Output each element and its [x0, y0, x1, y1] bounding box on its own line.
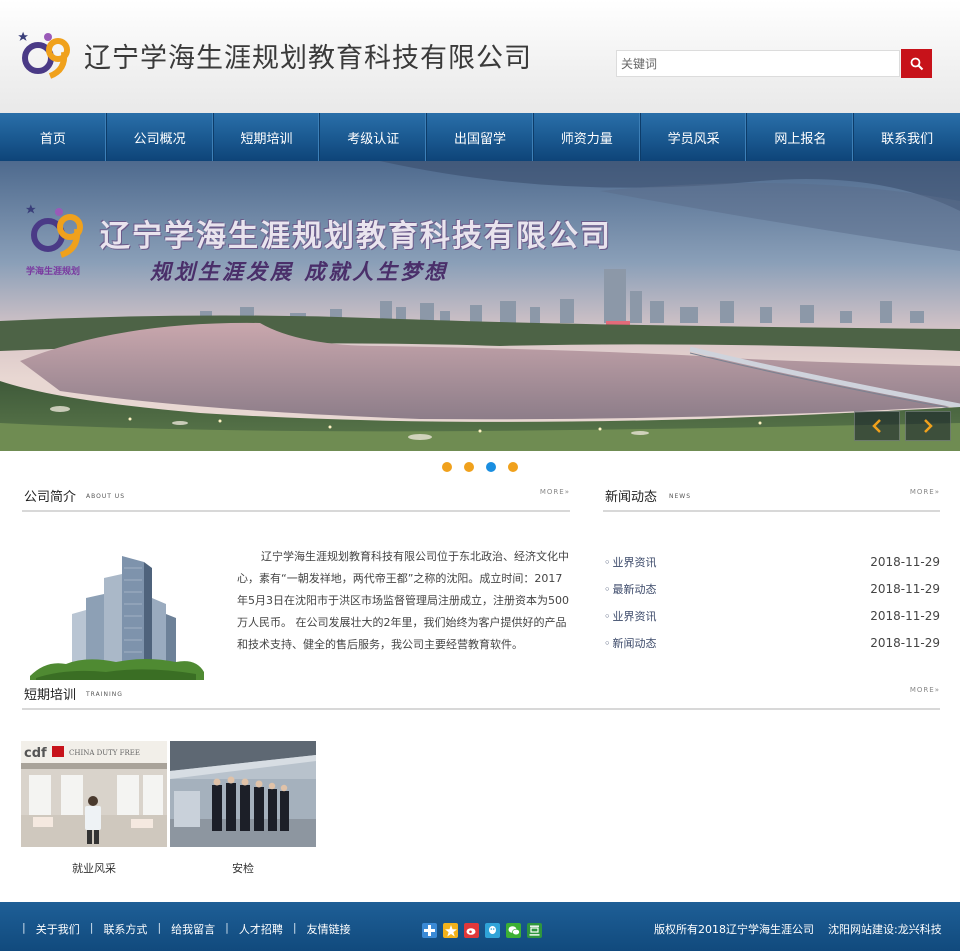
news-item-title[interactable]: 最新动态	[604, 581, 657, 597]
star-icon[interactable]	[443, 923, 458, 938]
banner-dot-4[interactable]	[508, 462, 518, 472]
search-input[interactable]	[617, 51, 899, 76]
nav-item-home[interactable]: 首页	[0, 113, 107, 161]
main-nav: 首页 公司概况 短期培训 考级认证 出国留学 师资力量 学员风采 网上报名 联系…	[0, 113, 960, 161]
about-title: 公司简介	[24, 490, 77, 505]
weibo-icon[interactable]	[464, 923, 479, 938]
nav-item-contact-us[interactable]: 联系我们	[854, 113, 960, 161]
footer-separator: |	[22, 921, 26, 934]
news-section-header: 新闻动态 NEWS MORE»	[603, 486, 940, 512]
footer-link-friends[interactable]: 友情链接	[307, 921, 351, 937]
employment-photo: cdf CHINA DUTY FREE	[21, 741, 167, 847]
training-more-link[interactable]: MORE»	[910, 686, 940, 694]
plus-icon[interactable]	[422, 923, 437, 938]
news-item-date: 2018-11-29	[870, 608, 940, 623]
footer-link-contact[interactable]: 联系方式	[103, 921, 147, 937]
training-card-caption: 就业风采	[72, 862, 116, 875]
banner-logo-caption: 学海生涯规划	[26, 267, 81, 277]
svg-text:cdf: cdf	[24, 746, 47, 761]
news-item-title[interactable]: 业界资讯	[604, 608, 657, 624]
banner-dot-2[interactable]	[464, 462, 474, 472]
banner-cityscape-image	[0, 161, 960, 451]
qq-icon[interactable]	[485, 923, 500, 938]
news-item: 业界资讯 2018-11-29	[604, 548, 941, 575]
footer-link-message[interactable]: 给我留言	[171, 921, 215, 937]
training-section-header: 短期培训 TRAINING MORE»	[22, 684, 940, 710]
footer-separator: |	[89, 921, 94, 934]
chevron-left-icon	[872, 419, 881, 433]
hero-banner: 学海生涯规划 辽宁学海生涯规划教育科技有限公司 规划生涯发展 成就人生梦想	[0, 161, 960, 451]
about-building-image	[26, 548, 206, 680]
nav-item-short-training[interactable]: 短期培训	[214, 113, 321, 161]
training-title: 短期培训	[24, 688, 77, 703]
training-card-security[interactable]: 安检	[170, 741, 316, 876]
footer-links: | 关于我们 | 联系方式 | 给我留言 | 人才招聘 | 友情链接	[22, 921, 351, 937]
nav-item-student-showcase[interactable]: 学员风采	[641, 113, 748, 161]
banner-prev-button[interactable]	[854, 411, 900, 441]
banner-next-button[interactable]	[905, 411, 951, 441]
news-item: 最新动态 2018-11-29	[604, 575, 941, 602]
search-icon	[910, 57, 923, 70]
share-icons	[422, 923, 542, 938]
news-subtitle: NEWS	[669, 493, 692, 500]
news-item: 业界资讯 2018-11-29	[604, 602, 941, 629]
site-header: 辽宁学海生涯规划教育科技有限公司	[0, 0, 960, 113]
news-item-title[interactable]: 业界资讯	[604, 554, 657, 570]
wechat-icon[interactable]	[506, 923, 521, 938]
chevron-right-icon	[924, 419, 933, 433]
banner-logo	[25, 204, 83, 258]
news-item-date: 2018-11-29	[870, 581, 940, 596]
nav-item-teachers[interactable]: 师资力量	[534, 113, 641, 161]
banner-pagination	[442, 462, 518, 472]
douban-icon[interactable]	[527, 923, 542, 938]
security-photo	[170, 741, 316, 847]
news-item-date: 2018-11-29	[870, 635, 940, 650]
footer-separator: |	[225, 921, 229, 934]
banner-title: 辽宁学海生涯规划教育科技有限公司	[100, 219, 612, 254]
footer-separator: |	[292, 921, 297, 934]
footer-link-jobs[interactable]: 人才招聘	[239, 921, 283, 937]
nav-item-online-registration[interactable]: 网上报名	[747, 113, 855, 161]
training-card-caption: 安检	[232, 862, 254, 875]
company-logo[interactable]	[16, 28, 78, 80]
news-item-date: 2018-11-29	[870, 554, 940, 569]
about-more-link[interactable]: MORE»	[540, 488, 570, 496]
footer-link-about[interactable]: 关于我们	[36, 921, 80, 937]
banner-slogan: 规划生涯发展 成就人生梦想	[150, 259, 449, 284]
training-subtitle: TRAINING	[86, 691, 123, 698]
search-box	[616, 50, 900, 77]
duty-free-sign-text: CHINA DUTY FREE	[69, 749, 140, 757]
news-more-link[interactable]: MORE»	[910, 488, 940, 496]
site-title: 辽宁学海生涯规划教育科技有限公司	[84, 43, 532, 74]
nav-item-company-overview[interactable]: 公司概况	[107, 113, 214, 161]
about-description: 辽宁学海生涯规划教育科技有限公司位于东北政治、经济文化中心，素有“一朝发祥地，两…	[237, 550, 569, 651]
copyright-owner: 版权所有2018辽宁学海生涯公司	[654, 923, 814, 936]
nav-item-certification[interactable]: 考级认证	[320, 113, 428, 161]
search-button[interactable]	[901, 49, 932, 78]
news-item: 新闻动态 2018-11-29	[604, 629, 941, 656]
footer-separator: |	[157, 921, 162, 934]
news-list: 业界资讯 2018-11-29 最新动态 2018-11-29 业界资讯 201…	[604, 548, 941, 656]
site-builder-credit[interactable]: 沈阳网站建设:龙兴科技	[828, 923, 942, 936]
site-footer: | 关于我们 | 联系方式 | 给我留言 | 人才招聘 | 友情链接 版权所有2…	[0, 902, 960, 951]
nav-item-study-abroad[interactable]: 出国留学	[427, 113, 534, 161]
about-section-header: 公司简介 ABOUT US MORE»	[22, 486, 570, 512]
about-subtitle: ABOUT US	[86, 493, 126, 500]
news-item-title[interactable]: 新闻动态	[604, 635, 657, 651]
banner-dot-1[interactable]	[442, 462, 452, 472]
training-card-employment[interactable]: cdf CHINA DUTY FREE 就业风采	[21, 741, 167, 876]
copyright-text: 版权所有2018辽宁学海生涯公司 沈阳网站建设:龙兴科技	[654, 921, 942, 937]
news-title: 新闻动态	[605, 490, 658, 505]
banner-dot-3[interactable]	[486, 462, 496, 472]
